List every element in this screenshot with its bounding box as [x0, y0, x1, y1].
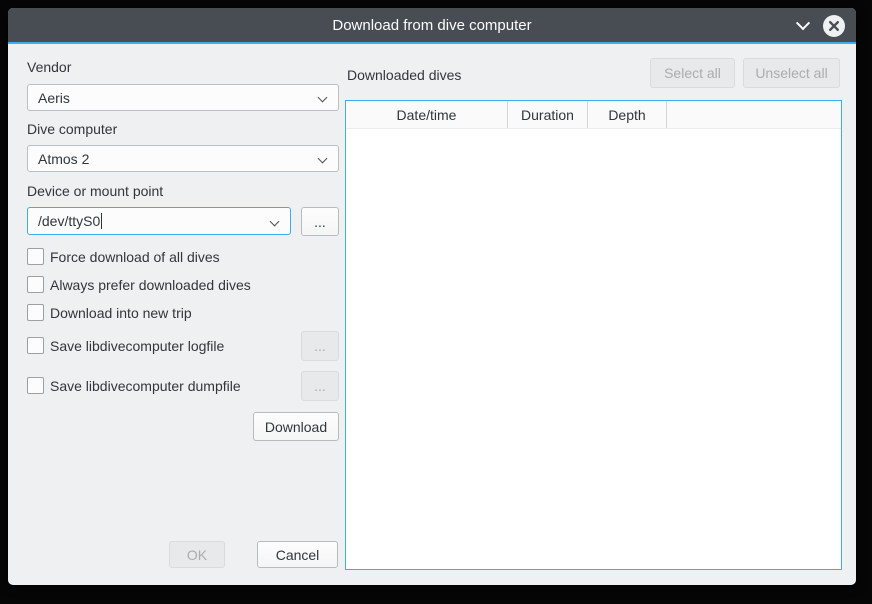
device-label: Device or mount point	[27, 183, 163, 199]
prefer-downloaded-checkbox-row: Always prefer downloaded dives	[27, 276, 251, 293]
force-download-checkbox[interactable]	[27, 248, 44, 265]
titlebar[interactable]: Download from dive computer	[8, 8, 856, 44]
column-header-depth[interactable]: Depth	[588, 101, 667, 128]
chevron-down-icon	[318, 154, 328, 164]
screen-background: Download from dive computer Vendor Aeris…	[0, 0, 872, 604]
text-caret	[101, 213, 102, 229]
save-dumpfile-label[interactable]: Save libdivecomputer dumpfile	[50, 378, 241, 394]
logfile-browse-button[interactable]: ...	[301, 331, 339, 361]
chevron-down-icon	[270, 217, 280, 227]
vendor-label: Vendor	[27, 59, 71, 75]
column-header-duration[interactable]: Duration	[508, 101, 588, 128]
column-header-datetime[interactable]: Date/time	[346, 101, 508, 128]
vendor-combobox-value: Aeris	[38, 90, 70, 106]
new-trip-label[interactable]: Download into new trip	[50, 305, 192, 321]
cancel-button[interactable]: Cancel	[257, 541, 338, 568]
device-combobox[interactable]: /dev/ttyS0	[27, 207, 291, 235]
device-browse-button[interactable]: ...	[301, 207, 339, 236]
prefer-downloaded-label[interactable]: Always prefer downloaded dives	[50, 277, 251, 293]
new-trip-checkbox-row: Download into new trip	[27, 304, 192, 321]
downloaded-dives-label: Downloaded dives	[347, 67, 461, 83]
table-header-row: Date/time Duration Depth	[346, 101, 841, 129]
save-logfile-label[interactable]: Save libdivecomputer logfile	[50, 338, 224, 354]
save-dumpfile-checkbox[interactable]	[27, 377, 44, 394]
vendor-combobox[interactable]: Aeris	[27, 84, 339, 111]
save-logfile-checkbox[interactable]	[27, 337, 44, 354]
save-logfile-checkbox-row: Save libdivecomputer logfile	[27, 337, 224, 354]
force-download-label[interactable]: Force download of all dives	[50, 249, 220, 265]
save-dumpfile-checkbox-row: Save libdivecomputer dumpfile	[27, 377, 241, 394]
download-dialog-window: Download from dive computer Vendor Aeris…	[8, 8, 856, 585]
device-combobox-value: /dev/ttyS0	[38, 213, 100, 229]
dive-computer-label: Dive computer	[27, 121, 117, 137]
shade-chevron-down-icon[interactable]	[796, 16, 810, 30]
downloaded-dives-table[interactable]: Date/time Duration Depth	[345, 100, 842, 570]
close-icon[interactable]	[822, 14, 846, 38]
titlebar-controls	[798, 8, 846, 44]
new-trip-checkbox[interactable]	[27, 304, 44, 321]
prefer-downloaded-checkbox[interactable]	[27, 276, 44, 293]
dive-computer-combobox[interactable]: Atmos 2	[27, 145, 339, 172]
table-body-empty	[346, 129, 841, 569]
window-title: Download from dive computer	[332, 17, 531, 34]
select-all-button[interactable]: Select all	[650, 58, 735, 88]
unselect-all-button[interactable]: Unselect all	[743, 58, 840, 88]
download-button[interactable]: Download	[253, 412, 339, 441]
chevron-down-icon	[318, 93, 328, 103]
dumpfile-browse-button[interactable]: ...	[301, 371, 339, 401]
force-download-checkbox-row: Force download of all dives	[27, 248, 220, 265]
ok-button[interactable]: OK	[169, 541, 225, 568]
dive-computer-combobox-value: Atmos 2	[38, 151, 89, 167]
column-header-blank[interactable]	[667, 101, 841, 128]
